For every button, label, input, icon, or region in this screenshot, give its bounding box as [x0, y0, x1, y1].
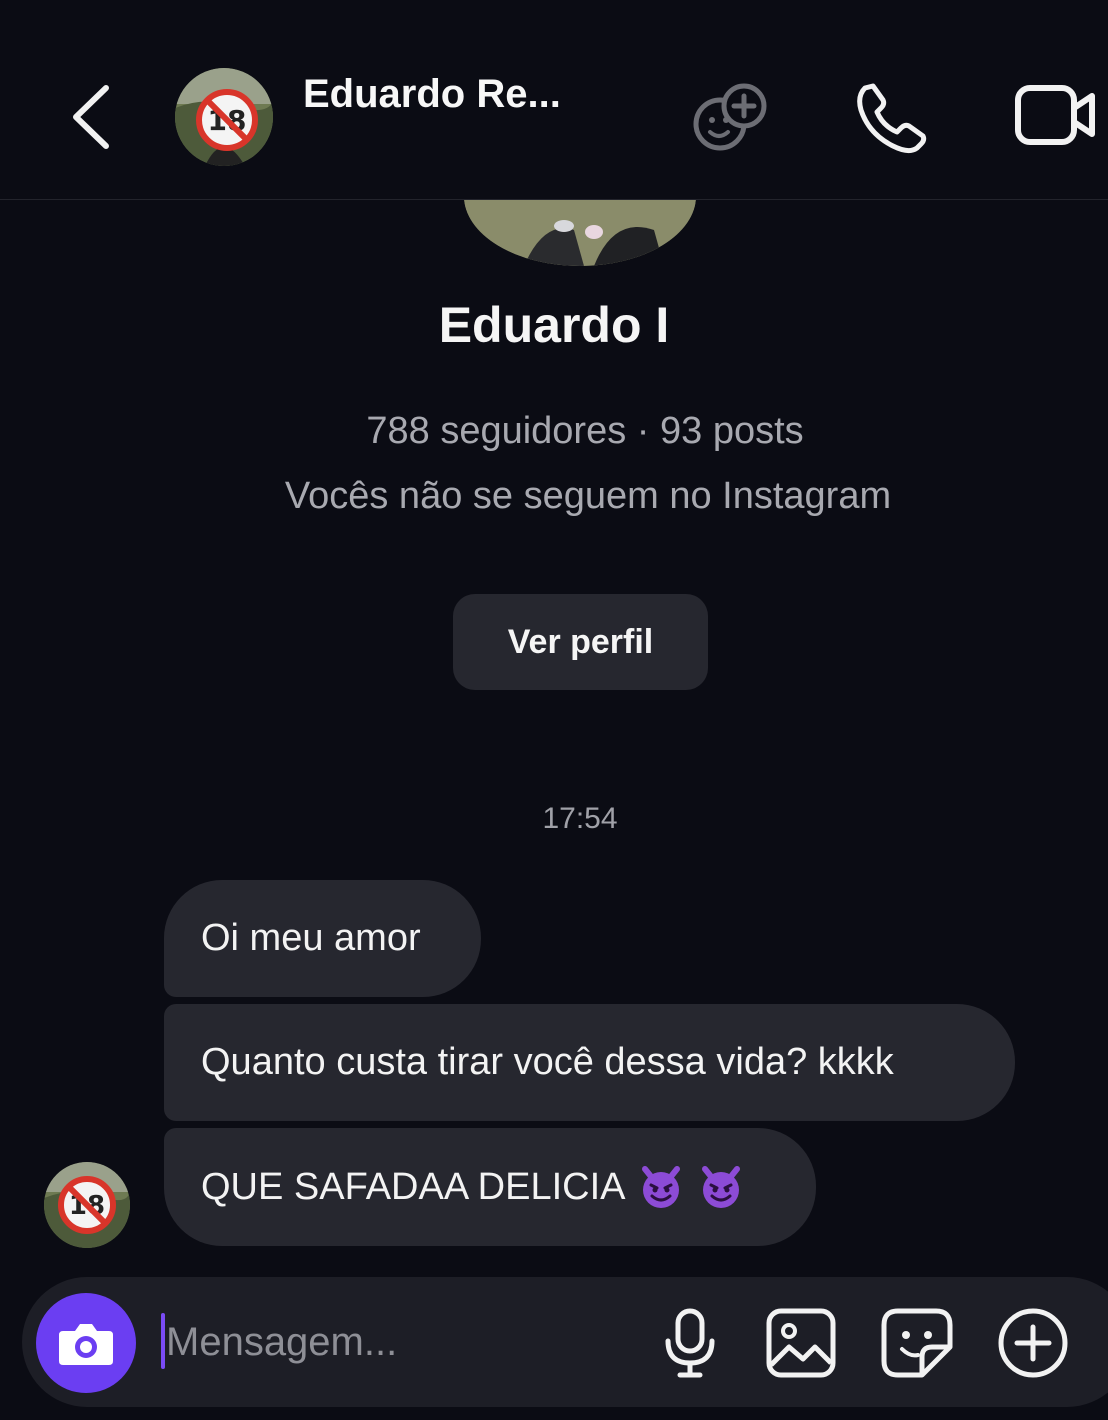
back-button[interactable] — [62, 78, 122, 156]
more-options-button[interactable] — [996, 1307, 1070, 1379]
smiling-devil-emoji-icon — [642, 1166, 681, 1208]
sticker-icon — [881, 1308, 953, 1378]
message-bubble[interactable]: Oi meu amor — [164, 880, 481, 997]
message-input[interactable] — [166, 1313, 636, 1371]
gallery-icon — [766, 1308, 836, 1378]
profile-stats: 788 seguidores · 93 posts — [366, 410, 804, 452]
plus-circle-icon — [998, 1308, 1068, 1378]
message-bubble[interactable]: Quanto custa tirar você dessa vida? kkkk — [164, 1004, 1015, 1121]
chat-header: 18 Eduardo Re... — [0, 0, 1108, 200]
gallery-button[interactable] — [765, 1307, 837, 1379]
avatar-image: 18 — [44, 1162, 130, 1248]
voice-message-button[interactable] — [660, 1307, 720, 1379]
sender-avatar[interactable]: 18 — [44, 1162, 130, 1248]
profile-name: Eduardo I — [438, 297, 670, 353]
follow-status: Vocês não se seguem no Instagram — [284, 475, 892, 517]
camera-button[interactable] — [36, 1293, 136, 1393]
view-profile-button[interactable]: Ver perfil — [453, 594, 708, 690]
effects-icon — [693, 83, 767, 151]
sticker-button[interactable] — [880, 1307, 954, 1379]
smiling-devil-emoji-icon — [702, 1166, 741, 1208]
message-text: Quanto custa tirar você dessa vida? kkkk — [201, 1041, 894, 1083]
message-timestamp: 17:54 — [542, 802, 618, 835]
message-text: Oi meu amor — [201, 917, 421, 959]
camera-icon — [59, 1324, 113, 1365]
chevron-left-icon — [73, 85, 109, 149]
phone-icon — [857, 83, 927, 154]
video-camera-icon — [1015, 85, 1095, 145]
avatar-image: 18 — [175, 68, 273, 166]
message-bubble[interactable]: QUE SAFADAA DELICIA — [164, 1128, 816, 1246]
video-call-button[interactable] — [1012, 80, 1098, 150]
message-text: QUE SAFADAA DELICIA — [201, 1165, 626, 1208]
effects-button[interactable] — [690, 80, 774, 156]
text-cursor — [161, 1313, 165, 1369]
contact-name[interactable]: Eduardo Re... — [303, 72, 561, 117]
contact-avatar[interactable]: 18 — [175, 68, 273, 166]
call-button[interactable] — [853, 80, 929, 154]
microphone-icon — [665, 1308, 715, 1378]
